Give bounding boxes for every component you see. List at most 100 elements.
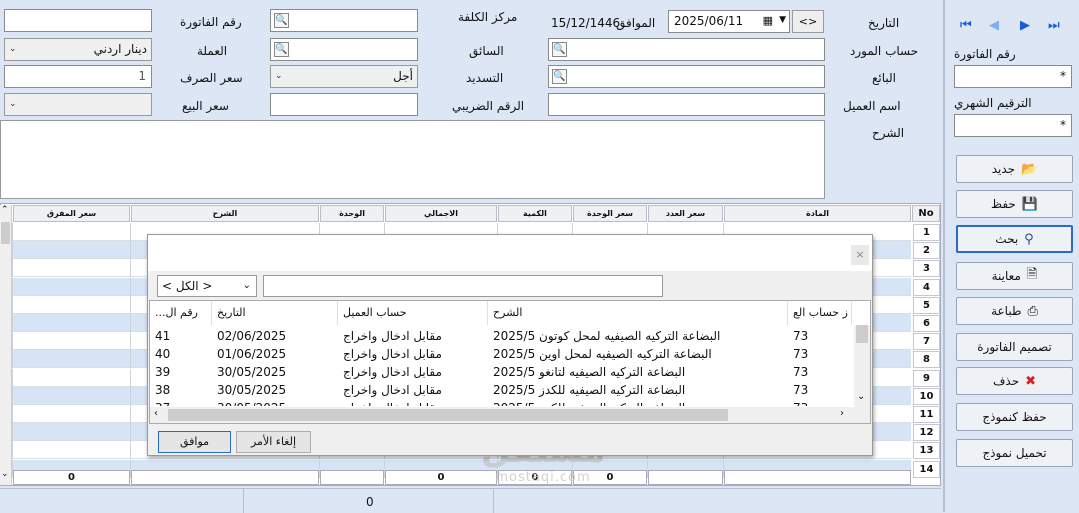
- grid-vscroll[interactable]: ⌃ ⌄: [0, 205, 12, 485]
- description-textarea[interactable]: [0, 120, 825, 199]
- search-icon[interactable]: 🔍: [274, 13, 289, 28]
- load-template-button[interactable]: تحميل نموذج: [956, 439, 1073, 467]
- currency-select[interactable]: ⌄ دينار اردني: [4, 38, 152, 61]
- filter-select[interactable]: < الكل > ⌄: [157, 275, 257, 297]
- last-record-icon[interactable]: ⏭: [1048, 18, 1060, 33]
- row-number[interactable]: 5: [913, 296, 940, 314]
- col-header-no[interactable]: No: [912, 205, 940, 222]
- row-number[interactable]: 2: [913, 242, 940, 260]
- chevron-down-icon[interactable]: ⌄: [9, 44, 17, 54]
- search-icon[interactable]: 🔍: [552, 69, 567, 84]
- date-picker[interactable]: 2025/06/11 ▦ ▼: [668, 10, 790, 33]
- col-header-total[interactable]: الاجمالي: [385, 205, 497, 222]
- payment-value: أجل: [393, 69, 413, 83]
- customer-name-input[interactable]: [548, 93, 825, 116]
- scroll-thumb[interactable]: [1, 222, 10, 244]
- chevron-left-icon[interactable]: ‹: [154, 408, 158, 419]
- print-button[interactable]: طباعة ⎙: [956, 297, 1073, 325]
- col-header-count-price[interactable]: سعر العدد: [648, 205, 723, 222]
- list-item[interactable]: 3730/05/2025 مقابل ادخال واخراج البضاعة ال…: [150, 399, 854, 406]
- chevron-down-icon[interactable]: ⌄: [1, 469, 9, 479]
- scroll-thumb[interactable]: [168, 409, 728, 421]
- dialog-close-button[interactable]: ×: [851, 245, 869, 265]
- side-invoice-no-input[interactable]: *: [954, 65, 1072, 88]
- scroll-thumb[interactable]: [856, 325, 868, 343]
- chevron-up-icon[interactable]: ⌃: [1, 205, 9, 215]
- col-header-retail[interactable]: سعر المفرق: [13, 205, 130, 222]
- list-col-date[interactable]: التاريخ: [212, 301, 338, 325]
- col-header-desc[interactable]: الشرح: [131, 205, 319, 222]
- next-record-icon[interactable]: ▶: [1020, 18, 1030, 33]
- invoice-no-input[interactable]: [4, 9, 152, 32]
- list-item[interactable]: 41 02/06/2025 مقابل ادخال واخراج البضاعة ال…: [150, 327, 854, 345]
- row-number[interactable]: 12: [913, 424, 940, 442]
- search-icon[interactable]: 🔍: [274, 42, 289, 57]
- list-cell-customer: مقابل ادخال واخراج: [343, 365, 442, 379]
- list-cell-account: 73: [793, 383, 809, 397]
- supplier-account-input[interactable]: 🔍: [548, 38, 825, 61]
- list-cell-desc: البضاعة التركيه الصيفيه للكدز 2025/5: [493, 383, 686, 397]
- driver-input[interactable]: 🔍: [270, 38, 418, 61]
- binoculars-icon: ⚲: [1024, 231, 1034, 247]
- col-header-unit-price[interactable]: سعر الوحدة: [573, 205, 647, 222]
- first-record-icon[interactable]: ⏮: [960, 18, 972, 33]
- row-number[interactable]: 11: [913, 406, 940, 423]
- list-col-customer[interactable]: حساب العميل: [338, 301, 488, 325]
- chevron-down-icon[interactable]: ⌄: [243, 276, 251, 296]
- row-number[interactable]: 8: [913, 351, 940, 369]
- list-item[interactable]: 40 01/06/2025 مقابل ادخال واخراج البضاعة ال…: [150, 345, 854, 363]
- list-item[interactable]: 38 30/05/2025 مقابل ادخال واخراج البضاعة ال…: [150, 381, 854, 399]
- row-number[interactable]: 7: [913, 333, 940, 351]
- save-template-button[interactable]: حفظ كنموذج: [956, 403, 1073, 431]
- chevron-down-icon[interactable]: ⌄: [857, 391, 865, 402]
- list-vscroll[interactable]: ⌄: [854, 325, 870, 407]
- grid-col-divider: [130, 223, 131, 241]
- cost-center-input[interactable]: 🔍: [270, 9, 418, 32]
- tax-no-input[interactable]: [270, 93, 418, 116]
- row-number[interactable]: 1: [913, 224, 940, 241]
- list-col-desc[interactable]: الشرح: [488, 301, 788, 325]
- row-number[interactable]: 14: [913, 460, 940, 478]
- floppy-icon: 💾: [1021, 196, 1039, 212]
- preview-button[interactable]: معاينة 🗎: [956, 262, 1073, 290]
- list-cell-date: 01/06/2025: [217, 347, 287, 361]
- chevron-right-icon[interactable]: ›: [840, 408, 844, 419]
- search-icon[interactable]: 🔍: [552, 42, 567, 57]
- dialog-title-area: [148, 235, 872, 271]
- save-button[interactable]: حفظ 💾: [956, 190, 1073, 218]
- delete-button[interactable]: حذف ✖: [956, 367, 1073, 395]
- list-item[interactable]: 39 30/05/2025 مقابل ادخال واخراج البضاعة ال…: [150, 363, 854, 381]
- seller-input[interactable]: 🔍: [548, 65, 825, 88]
- chevron-down-icon[interactable]: ▼: [779, 15, 786, 25]
- chevron-down-icon[interactable]: ⌄: [275, 71, 283, 81]
- row-number[interactable]: 6: [913, 315, 940, 332]
- cancel-button[interactable]: إلغاء الأمر: [236, 431, 311, 453]
- row-number[interactable]: 10: [913, 387, 940, 405]
- col-header-item[interactable]: المادة: [724, 205, 911, 222]
- list-col-account[interactable]: ز حساب الع: [788, 301, 852, 325]
- list-cell-account: 73: [793, 347, 809, 361]
- monthly-no-input[interactable]: *: [954, 114, 1072, 137]
- exchange-rate-input[interactable]: 1: [4, 65, 152, 88]
- prev-record-icon[interactable]: ◀: [989, 18, 999, 33]
- payment-select[interactable]: ⌄ أجل: [270, 65, 418, 88]
- invoice-design-button[interactable]: تصميم الفاتورة: [956, 333, 1073, 361]
- search-button[interactable]: بحث ⚲: [956, 225, 1073, 253]
- row-number[interactable]: 3: [913, 260, 940, 278]
- ok-button[interactable]: موافق: [158, 431, 231, 453]
- new-button[interactable]: جديد 📂: [956, 155, 1073, 183]
- grid-col-divider: [130, 332, 131, 351]
- tax-no-label: الرقم الضريبي: [452, 99, 525, 113]
- chevron-down-icon[interactable]: ⌄: [9, 99, 17, 109]
- row-number[interactable]: 13: [913, 442, 940, 460]
- row-number[interactable]: 4: [913, 278, 940, 296]
- list-hscroll[interactable]: ‹ ›: [150, 407, 870, 423]
- date-nav-button[interactable]: <>: [792, 10, 824, 33]
- dialog-search-input[interactable]: [263, 275, 663, 297]
- col-header-qty[interactable]: الكمية: [498, 205, 572, 222]
- sale-price-select[interactable]: ⌄: [4, 93, 152, 116]
- list-col-invoice-no[interactable]: ...رقم ال: [150, 301, 212, 325]
- col-header-unit[interactable]: الوحدة: [320, 205, 384, 222]
- calendar-icon[interactable]: ▦: [763, 14, 773, 27]
- row-number[interactable]: 9: [913, 369, 940, 387]
